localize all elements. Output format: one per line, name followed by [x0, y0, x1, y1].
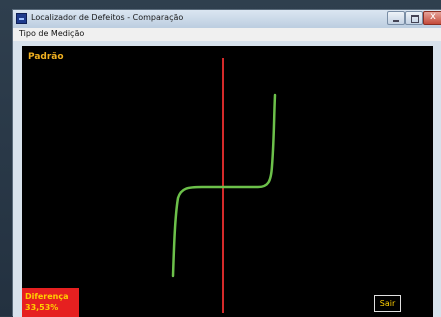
difference-label: Diferença: [25, 292, 69, 301]
title-bar[interactable]: Localizador de Defeitos - Comparação: [13, 10, 441, 28]
menu-item-tipo-de-medicao[interactable]: Tipo de Medição: [19, 29, 84, 38]
exit-button[interactable]: Sair: [374, 295, 401, 312]
app-icon: [16, 13, 27, 24]
window-title: Localizador de Defeitos - Comparação: [31, 13, 184, 22]
menu-bar: Tipo de Medição: [13, 28, 441, 42]
curve-plot: Padrão Diferença 33,53% Sair: [22, 46, 433, 317]
close-button[interactable]: [423, 11, 441, 25]
difference-badge: Diferença 33,53%: [22, 288, 79, 317]
app-window: Localizador de Defeitos - Comparação Tip…: [12, 9, 441, 317]
panel-label: Padrão: [28, 52, 64, 62]
difference-value: 33,53%: [25, 303, 59, 312]
curve-svg: [171, 58, 277, 313]
minimize-button[interactable]: [387, 11, 405, 25]
maximize-button[interactable]: [405, 11, 423, 25]
client-area: Padrão Diferença 33,53% Sair: [13, 41, 441, 317]
